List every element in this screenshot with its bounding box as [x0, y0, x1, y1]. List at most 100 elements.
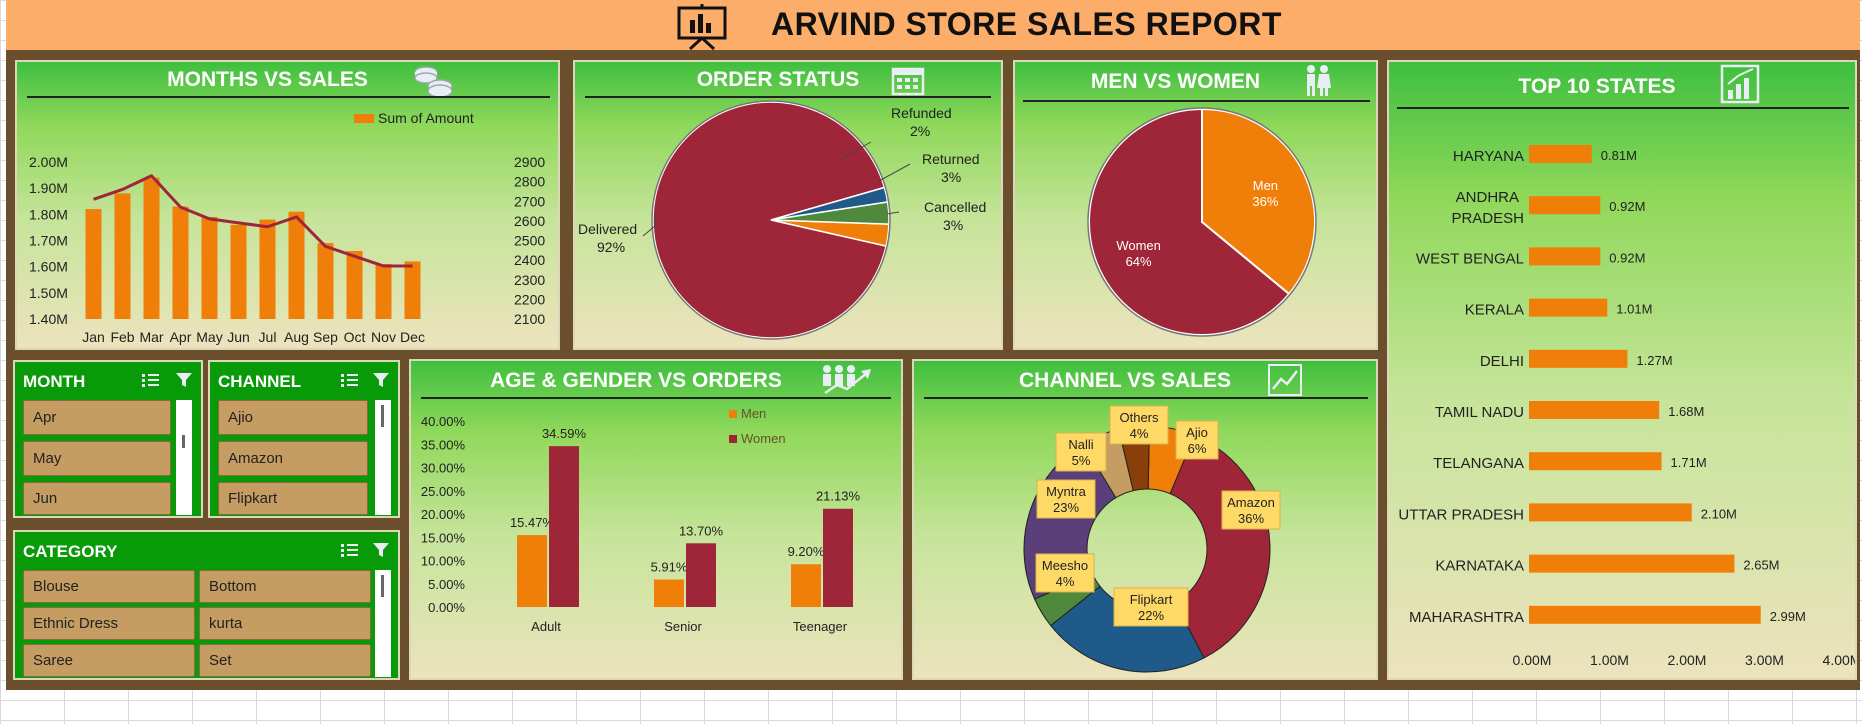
y-tick: 20.00%: [421, 507, 466, 522]
slicer-item[interactable]: Jun: [23, 482, 171, 515]
pie-value: 2%: [910, 123, 930, 139]
slicer-scrollbar[interactable]: [176, 400, 192, 515]
slicer-title: CATEGORY: [23, 542, 118, 561]
multi-select-icon[interactable]: [142, 371, 160, 389]
report-header: ARVIND STORE SALES REPORT: [6, 0, 1860, 52]
y-tick-right: 2400: [514, 252, 545, 268]
slicer-item[interactable]: Set: [199, 644, 371, 677]
slicer-scrollbar[interactable]: [375, 570, 391, 677]
x-tick: Nov: [371, 329, 396, 345]
month-bar: [259, 219, 276, 319]
callout-label: Amazon: [1227, 495, 1275, 510]
callout-value: 5%: [1072, 453, 1091, 468]
state-bar: [1529, 196, 1601, 215]
slicer-item[interactable]: Apr: [23, 400, 171, 435]
category-slicer[interactable]: CATEGORY Blouse Bottom Ethnic Dress kurt…: [13, 530, 400, 680]
month-bar: [143, 177, 160, 319]
pie-value: 3%: [941, 169, 961, 185]
y-tick-right: 2500: [514, 233, 545, 249]
state-value: 2.99M: [1770, 609, 1806, 624]
channel-slicer[interactable]: CHANNEL Ajio Amazon Flipkart: [208, 360, 400, 518]
state-bar: [1529, 554, 1735, 573]
age-bar: [549, 446, 579, 607]
pie-value: 3%: [943, 217, 963, 233]
slicer-item[interactable]: Ajio: [218, 400, 368, 435]
state-value: 0.81M: [1601, 148, 1637, 163]
y-tick: 35.00%: [421, 437, 466, 452]
pie-label: Cancelled: [924, 199, 986, 215]
y-tick-right: 2800: [514, 174, 545, 190]
slicer-item[interactable]: Blouse: [23, 570, 195, 603]
month-bar: [375, 264, 392, 319]
callout-label: Meesho: [1042, 558, 1088, 573]
y-tick: 0.00%: [428, 600, 465, 615]
title-underline: [1397, 107, 1849, 109]
month-bar: [85, 209, 102, 319]
legend-label: Women: [741, 431, 786, 446]
state-label: ANDHRA: [1456, 189, 1519, 206]
scrollbar-thumb[interactable]: [182, 435, 185, 448]
men-vs-women-panel[interactable]: MEN VS WOMEN Men 36% Women 64%: [1013, 60, 1378, 350]
state-value: 0.92M: [1609, 199, 1645, 214]
clear-filter-icon[interactable]: [372, 541, 390, 559]
y-tick: 30.00%: [421, 461, 466, 476]
bar-label: 34.59%: [542, 426, 587, 441]
pie-value: 92%: [597, 239, 625, 255]
y-tick-right: 2100: [514, 311, 545, 327]
top-states-bar-chart: HARYANA 0.81M ANDHRA PRADESH 0.92M WEST BENGA…: [1398, 145, 1855, 668]
callout-label: Others: [1119, 410, 1159, 425]
x-tick: Oct: [344, 329, 366, 345]
legend-swatch: [354, 114, 374, 123]
clear-filter-icon[interactable]: [372, 371, 390, 389]
multi-select-icon[interactable]: [341, 541, 359, 559]
x-tick: May: [196, 329, 222, 345]
slicer-item[interactable]: Bottom: [199, 570, 371, 603]
x-tick: 3.00M: [1745, 652, 1784, 668]
top-10-states-panel[interactable]: TOP 10 STATES HARYANA 0.81M ANDHRA PRADESH 0…: [1387, 60, 1857, 680]
month-bar: [346, 250, 363, 319]
month-bar: [404, 261, 421, 319]
slicer-item[interactable]: Amazon: [218, 441, 368, 476]
callout-value: 22%: [1138, 608, 1164, 623]
y-tick: 40.00%: [421, 414, 466, 429]
age-bar: [823, 508, 853, 607]
scrollbar-thumb[interactable]: [381, 575, 384, 597]
month-slicer[interactable]: MONTH Apr May Jun: [13, 360, 203, 518]
month-bar: [201, 216, 218, 319]
y-tick-left: 1.80M: [29, 206, 68, 222]
pie-label: Returned: [922, 151, 980, 167]
slicer-scrollbar[interactable]: [375, 400, 391, 515]
growth-chart-icon: [1720, 64, 1760, 104]
scrollbar-thumb[interactable]: [381, 405, 384, 427]
months-vs-sales-panel[interactable]: MONTHS VS SALES 2.00M 1.90M 1.80M 1.70M 1.60…: [15, 60, 560, 350]
state-bar: [1529, 605, 1761, 624]
slicer-item[interactable]: May: [23, 441, 171, 476]
slicer-item[interactable]: kurta: [199, 607, 371, 640]
state-label: TELANGANA: [1433, 455, 1524, 472]
state-value: 1.68M: [1668, 404, 1704, 419]
slicer-item[interactable]: Ethnic Dress: [23, 607, 195, 640]
legend-swatch: [729, 410, 737, 418]
state-label: HARYANA: [1453, 148, 1524, 165]
order-status-panel[interactable]: ORDER STATUS Refunded 2% Returned 3% Cancell…: [573, 60, 1003, 350]
x-tick: Jul: [259, 329, 277, 345]
callout-value: 36%: [1238, 511, 1264, 526]
slicer-item[interactable]: Flipkart: [218, 482, 368, 515]
age-gender-orders-panel[interactable]: AGE & GENDER VS ORDERS 40.00% 35.00% 30.00…: [409, 359, 903, 680]
y-tick-right: 2700: [514, 193, 545, 209]
multi-select-icon[interactable]: [341, 371, 359, 389]
slicer-item[interactable]: Saree: [23, 644, 195, 677]
state-bar: [1529, 349, 1628, 368]
x-tick: Aug: [284, 329, 309, 345]
month-bar: [288, 211, 305, 319]
channel-vs-sales-panel[interactable]: CHANNEL VS SALES Ajio 6% Amazon 36% Flipkart…: [912, 359, 1378, 680]
y-tick-right: 2300: [514, 272, 545, 288]
x-tick: 1.00M: [1590, 652, 1629, 668]
age-gender-bar-chart: 40.00% 35.00% 30.00% 25.00% 20.00% 15.00% 10.0…: [421, 406, 861, 634]
clear-filter-icon[interactable]: [175, 371, 193, 389]
x-tick: Feb: [110, 329, 134, 345]
state-bar: [1529, 503, 1692, 522]
state-value: 1.01M: [1616, 302, 1652, 317]
pie-label: Men: [1253, 178, 1278, 193]
month-bar: [317, 243, 334, 319]
